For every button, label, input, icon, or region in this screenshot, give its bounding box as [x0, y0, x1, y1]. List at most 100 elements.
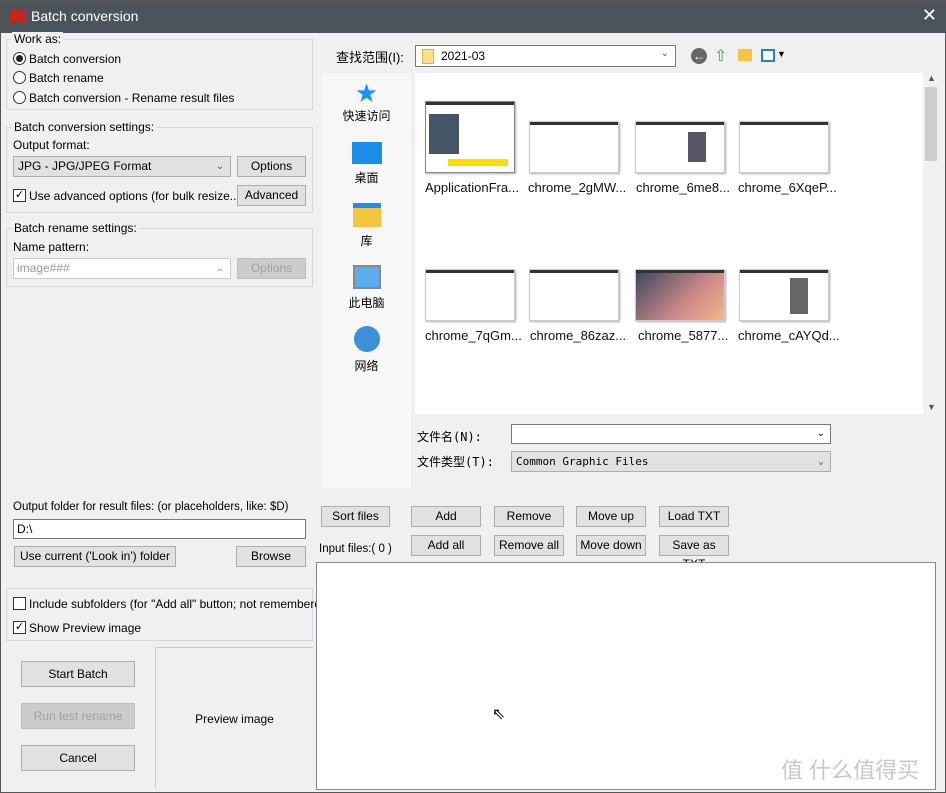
use-current-folder-button[interactable]: Use current ('Look in') folder [14, 546, 176, 567]
output-format-label: Output format: [13, 138, 90, 152]
file-name[interactable]: chrome_6XqeP... [738, 180, 843, 195]
back-icon[interactable]: ← [691, 48, 707, 64]
filename-input[interactable]: ⌄ [511, 424, 831, 444]
rename-legend: Batch rename settings: [12, 221, 139, 235]
place-label: 此电脑 [348, 296, 385, 310]
place-this-pc[interactable]: 此电脑 [322, 265, 411, 311]
filetype-value: Common Graphic Files [516, 455, 649, 468]
radio-convert-rename[interactable] [13, 91, 26, 104]
scroll-up-icon[interactable]: ▲ [927, 73, 936, 83]
start-batch-button[interactable]: Start Batch [21, 661, 135, 687]
advanced-button[interactable]: Advanced [237, 185, 306, 206]
file-name[interactable]: chrome_6me8... [636, 180, 741, 195]
move-down-button[interactable]: Move down [576, 535, 646, 556]
mouse-cursor-icon: ⇖ [492, 706, 506, 723]
file-view-scrollbar[interactable]: ▲ ▼ [923, 73, 939, 414]
show-preview-checkbox[interactable]: ✓ [13, 621, 26, 634]
chevron-down-icon: ⌄ [215, 161, 224, 172]
file-thumbnail[interactable] [529, 121, 619, 173]
radio-label: Batch conversion [29, 52, 122, 66]
filetype-select[interactable]: Common Graphic Files ⌄ [511, 451, 831, 472]
file-name[interactable]: chrome_86zaz... [530, 328, 635, 343]
remove-button[interactable]: Remove [494, 506, 564, 527]
place-label: 快速访问 [342, 109, 391, 123]
star-icon: ★ [354, 78, 379, 108]
thumb-image [448, 159, 508, 166]
preview-pane: Preview image [155, 647, 313, 788]
output-folder-input[interactable]: D:\ [13, 519, 306, 539]
format-options-button[interactable]: Options [237, 156, 306, 177]
file-name[interactable]: chrome_5877... [638, 328, 743, 343]
run-test-rename-button[interactable]: Run test rename [21, 703, 135, 729]
desktop-icon [351, 142, 382, 164]
file-view[interactable]: ApplicationFra... chrome_2gMW... chrome_… [415, 73, 923, 414]
place-quick-access[interactable]: ★ 快速访问 [322, 79, 411, 124]
library-icon [352, 203, 381, 227]
places-bar: ★ 快速访问 桌面 库 此电脑 网络 [322, 73, 411, 488]
file-thumbnail[interactable] [425, 101, 515, 173]
window-title: Batch conversion [31, 8, 139, 24]
thumb-image [688, 132, 706, 162]
place-network[interactable]: 网络 [322, 326, 411, 374]
thumb-image [790, 278, 808, 314]
output-format-select[interactable]: JPG - JPG/JPEG Format ⌄ [13, 156, 231, 177]
include-subfolders-checkbox[interactable] [13, 597, 26, 610]
name-pattern-select[interactable]: image### ⌄ [13, 258, 231, 279]
radio-label: Batch rename [29, 71, 104, 85]
place-desktop[interactable]: 桌面 [322, 142, 411, 186]
show-preview-label: Show Preview image [29, 621, 142, 635]
scroll-thumb[interactable] [925, 87, 937, 161]
look-in-select[interactable]: 2021-03 ⌄ [415, 45, 676, 67]
file-name[interactable]: chrome_2gMW... [528, 180, 633, 195]
file-name[interactable]: chrome_7qGm... [425, 328, 530, 343]
chevron-down-icon: ⌄ [660, 48, 669, 59]
add-all-button[interactable]: Add all [411, 535, 481, 556]
place-library[interactable]: 库 [322, 203, 411, 249]
input-files-count: Input files:( 0 ) [319, 543, 392, 555]
sort-files-button[interactable]: Sort files [321, 506, 390, 527]
file-thumbnail[interactable] [529, 269, 619, 321]
name-pattern-value: image### [17, 261, 70, 275]
rename-options-button[interactable]: Options [237, 258, 306, 279]
file-thumbnail[interactable] [635, 121, 725, 173]
place-label: 库 [360, 234, 373, 248]
filename-label: 文件名(N): [417, 430, 482, 444]
file-thumbnail[interactable] [739, 269, 829, 321]
watermark: 值 什么值得买 [781, 758, 920, 783]
chevron-down-icon: ⌄ [215, 263, 224, 274]
remove-all-button[interactable]: Remove all [494, 535, 564, 556]
look-in-label: 查找范围(I): [336, 50, 404, 65]
add-button[interactable]: Add [411, 506, 481, 527]
output-format-value: JPG - JPG/JPEG Format [18, 159, 152, 173]
conversion-legend: Batch conversion settings: [12, 120, 157, 134]
work-as-legend: Work as: [12, 32, 64, 46]
scroll-down-icon[interactable]: ▼ [927, 402, 936, 412]
file-thumbnail[interactable] [425, 269, 515, 321]
radio-batch-conversion[interactable] [13, 52, 26, 65]
browse-button[interactable]: Browse [236, 546, 306, 567]
new-folder-icon[interactable] [738, 49, 752, 61]
preview-label: Preview image [195, 712, 274, 726]
up-folder-icon[interactable]: ⇧ [714, 46, 727, 66]
close-icon[interactable]: ✕ [922, 5, 937, 26]
file-name[interactable]: chrome_cAYQd... [738, 328, 843, 343]
advanced-checkbox[interactable]: ✓ [13, 189, 26, 202]
look-in-value: 2021-03 [441, 49, 486, 63]
file-thumbnail[interactable] [635, 269, 725, 321]
file-name[interactable]: ApplicationFra... [425, 180, 530, 195]
caret-down-icon[interactable]: ▼ [777, 49, 786, 59]
name-pattern-label: Name pattern: [13, 240, 90, 254]
network-icon [353, 326, 380, 352]
load-txt-button[interactable]: Load TXT [659, 506, 729, 527]
view-menu-icon[interactable] [761, 49, 775, 62]
file-thumbnail[interactable] [739, 121, 829, 173]
radio-batch-rename[interactable] [13, 71, 26, 84]
advanced-label: Use advanced options (for bulk resize...… [29, 189, 244, 203]
save-as-txt-button[interactable]: Save as TXT [659, 535, 729, 571]
app-icon [10, 8, 26, 24]
output-folder-label: Output folder for result files: (or plac… [13, 501, 289, 513]
computer-icon [352, 265, 381, 289]
place-label: 网络 [354, 359, 379, 373]
cancel-button[interactable]: Cancel [21, 745, 135, 771]
move-up-button[interactable]: Move up [576, 506, 646, 527]
